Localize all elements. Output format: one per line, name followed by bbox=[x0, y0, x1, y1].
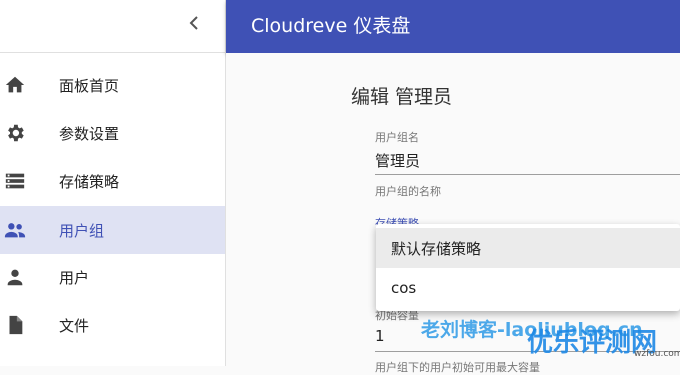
initial-quota-helper: 用户组下的用户初始可用最大容量 bbox=[375, 361, 540, 374]
initial-quota-input[interactable]: 1 bbox=[375, 327, 385, 345]
gear-icon bbox=[8, 124, 24, 142]
group-icon bbox=[4, 223, 26, 238]
page-title: 编辑 管理员 bbox=[351, 86, 453, 108]
sidebar-item-label: 参数设置 bbox=[59, 124, 120, 143]
chevron-left-icon bbox=[189, 16, 198, 30]
collapse-sidebar-button[interactable] bbox=[182, 11, 206, 35]
watermark-url: wzfou.com bbox=[634, 349, 680, 359]
menu-option-cos[interactable]: cos bbox=[376, 268, 680, 308]
sidebar-item-storage-policy[interactable]: 存储策略 bbox=[0, 157, 225, 205]
sidebar-header bbox=[0, 0, 225, 53]
home-icon bbox=[5, 76, 25, 93]
app-bar: Cloudreve 仪表盘 bbox=[226, 0, 680, 53]
storage-policy-menu: 默认存储策略 cos bbox=[376, 224, 680, 311]
sidebar-item-label: 存储策略 bbox=[59, 172, 120, 191]
sidebar-item-user-group[interactable]: 用户组 bbox=[0, 206, 225, 254]
sidebar-item-users[interactable]: 用户 bbox=[0, 253, 225, 301]
sidebar-item-files[interactable]: 文件 bbox=[0, 301, 225, 349]
sidebar-item-label: 面板首页 bbox=[59, 76, 120, 95]
group-name-input[interactable]: 管理员 bbox=[375, 150, 420, 171]
sidebar-item-dashboard[interactable]: 面板首页 bbox=[0, 61, 225, 109]
sidebar: 面板首页 参数设置 存储策略 用户组 用户 文件 bbox=[0, 0, 226, 366]
group-name-underline bbox=[375, 174, 680, 175]
file-icon bbox=[9, 315, 23, 335]
sidebar-item-label: 用户组 bbox=[59, 221, 105, 240]
storage-icon bbox=[5, 173, 25, 189]
sidebar-item-label: 用户 bbox=[59, 268, 90, 287]
sidebar-item-label: 文件 bbox=[59, 316, 90, 335]
group-name-helper: 用户组的名称 bbox=[375, 185, 441, 198]
menu-option-default-policy[interactable]: 默认存储策略 bbox=[376, 228, 680, 268]
app-title: Cloudreve 仪表盘 bbox=[251, 15, 411, 37]
sidebar-item-settings[interactable]: 参数设置 bbox=[0, 109, 225, 157]
person-icon bbox=[7, 269, 23, 286]
group-name-label: 用户组名 bbox=[375, 131, 419, 144]
